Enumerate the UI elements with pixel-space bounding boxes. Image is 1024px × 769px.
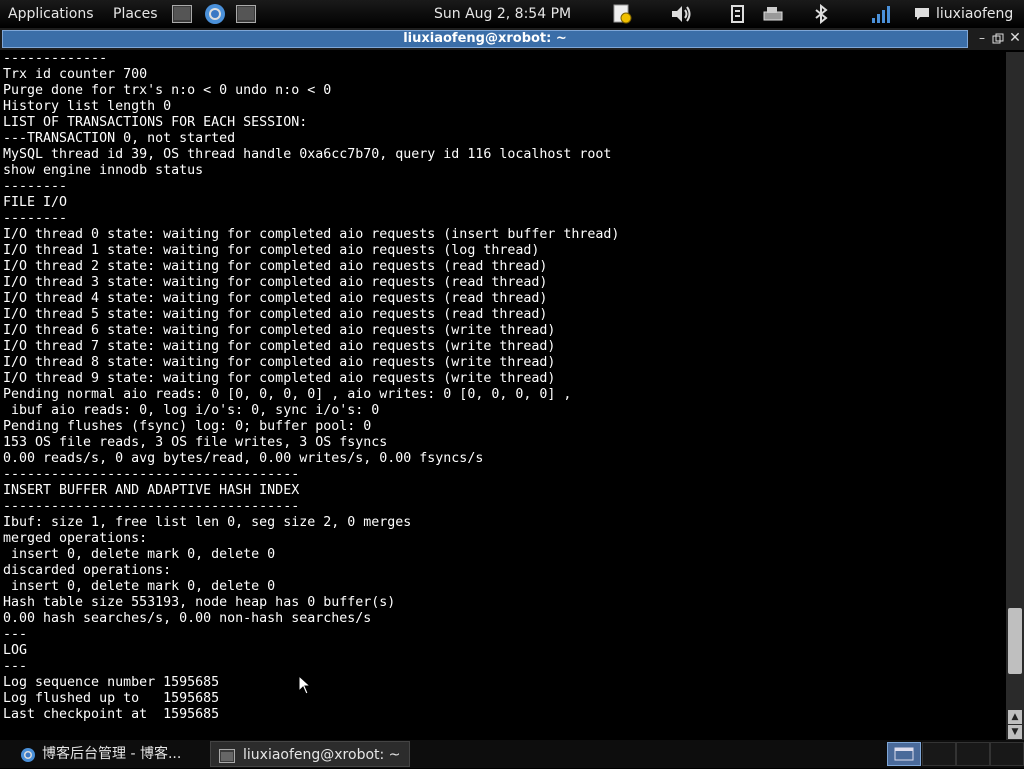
terminal-line: Ibuf: size 1, free list len 0, seg size …	[3, 515, 412, 530]
close-button[interactable]: ✕	[1008, 31, 1022, 46]
taskbar-item-label: liuxiaofeng@xrobot: ~	[243, 747, 401, 763]
terminal-line: ibuf aio reads: 0, log i/o's: 0, sync i/…	[3, 403, 380, 418]
taskbar-item-label: 博客后台管理 - 博客...	[42, 746, 182, 762]
terminal-line: I/O thread 8 state: waiting for complete…	[3, 355, 556, 370]
terminal-line: LIST OF TRANSACTIONS FOR EACH SESSION:	[3, 115, 308, 130]
terminal-line: Pending flushes (fsync) log: 0; buffer p…	[3, 419, 372, 434]
terminal-line: --------	[3, 179, 68, 194]
terminal-line: I/O thread 1 state: waiting for complete…	[3, 243, 540, 258]
terminal-line: I/O thread 2 state: waiting for complete…	[3, 259, 548, 274]
window-titlebar[interactable]: liuxiaofeng@xrobot: ~ – ✕	[0, 28, 1024, 50]
window-title: liuxiaofeng@xrobot: ~	[2, 30, 968, 48]
user-menu[interactable]: liuxiaofeng	[936, 0, 1013, 28]
scroll-down-button[interactable]: ▼	[1008, 725, 1022, 739]
applications-menu[interactable]: Applications	[8, 0, 94, 28]
chrome-launcher-icon[interactable]	[204, 3, 226, 25]
workspace-4[interactable]	[990, 742, 1024, 766]
terminal-line: FILE I/O	[3, 195, 68, 210]
workspace-1[interactable]	[887, 742, 921, 766]
mouse-cursor-icon	[298, 674, 312, 695]
terminal-line: I/O thread 6 state: waiting for complete…	[3, 323, 556, 338]
workspace-3[interactable]	[956, 742, 990, 766]
update-icon[interactable]	[611, 3, 633, 25]
bottom-taskbar: 博客后台管理 - 博客... liuxiaofeng@xrobot: ~	[0, 740, 1024, 768]
terminal-line: LOG	[3, 643, 28, 658]
top-panel: Applications Places Sun Aug 2, 8:54 PM l…	[0, 0, 1024, 28]
places-menu[interactable]: Places	[113, 0, 158, 28]
terminal-line: I/O thread 4 state: waiting for complete…	[3, 291, 548, 306]
keyboard-icon[interactable]	[728, 3, 750, 25]
terminal-line: Trx id counter 700	[3, 67, 148, 82]
terminal-line: I/O thread 5 state: waiting for complete…	[3, 307, 548, 322]
terminal-icon	[219, 747, 235, 763]
chrome-icon	[20, 746, 36, 762]
terminal-line: discarded operations:	[3, 563, 172, 578]
terminal-line: show engine innodb status	[3, 163, 204, 178]
terminal-line: I/O thread 3 state: waiting for complete…	[3, 275, 548, 290]
terminal-line: I/O thread 0 state: waiting for complete…	[3, 227, 620, 242]
terminal-line: 0.00 reads/s, 0 avg bytes/read, 0.00 wri…	[3, 451, 484, 466]
terminal-line: Last checkpoint at 1595685	[3, 707, 220, 722]
scroll-up-button[interactable]: ▲	[1008, 710, 1022, 724]
terminal-line: I/O thread 7 state: waiting for complete…	[3, 339, 556, 354]
terminal-line: insert 0, delete mark 0, delete 0	[3, 547, 276, 562]
taskbar-item-browser[interactable]: 博客后台管理 - 博客...	[6, 741, 204, 767]
terminal-line: 0.00 hash searches/s, 0.00 non-hash sear…	[3, 611, 372, 626]
chat-icon[interactable]	[914, 6, 930, 22]
terminal-line: --------	[3, 211, 68, 226]
terminal-line: Purge done for trx's n:o < 0 undo n:o < …	[3, 83, 332, 98]
terminal-line: Hash table size 553193, node heap has 0 …	[3, 595, 396, 610]
terminal-window: liuxiaofeng@xrobot: ~ – ✕ ------------- T…	[0, 28, 1024, 740]
maximize-icon[interactable]	[991, 31, 1005, 46]
terminal-launcher-icon[interactable]	[172, 5, 192, 23]
terminal-line: 153 OS file reads, 3 OS file writes, 3 O…	[3, 435, 388, 450]
signal-icon[interactable]	[870, 3, 892, 25]
terminal-line: Pending normal aio reads: 0 [0, 0, 0, 0]…	[3, 387, 572, 402]
terminal-line: -------------	[3, 52, 108, 66]
terminal-line: MySQL thread id 39, OS thread handle 0xa…	[3, 147, 612, 162]
terminal-line: -------------------------------------	[3, 499, 300, 514]
terminal-line: ---TRANSACTION 0, not started	[3, 131, 236, 146]
workspace-2[interactable]	[922, 742, 956, 766]
scroll-thumb[interactable]	[1008, 608, 1022, 674]
terminal-launcher-icon[interactable]	[236, 5, 256, 23]
network-icon[interactable]	[762, 3, 784, 25]
minimize-button[interactable]: –	[975, 31, 989, 46]
terminal-line: ---	[3, 627, 28, 642]
terminal-content[interactable]: ------------- Trx id counter 700 Purge don…	[0, 52, 1006, 740]
terminal-line: I/O thread 9 state: waiting for complete…	[3, 371, 556, 386]
bluetooth-icon[interactable]	[811, 3, 833, 25]
taskbar-item-terminal[interactable]: liuxiaofeng@xrobot: ~	[210, 741, 410, 767]
terminal-line: History list length 0	[3, 99, 172, 114]
terminal-line: INSERT BUFFER AND ADAPTIVE HASH INDEX	[3, 483, 300, 498]
volume-icon[interactable]	[670, 3, 692, 25]
terminal-line: -------------------------------------	[3, 467, 300, 482]
clock[interactable]: Sun Aug 2, 8:54 PM	[434, 0, 571, 28]
terminal-line: merged operations:	[3, 531, 148, 546]
scrollbar[interactable]: ▲ ▼	[1006, 52, 1024, 740]
terminal-line: insert 0, delete mark 0, delete 0	[3, 579, 276, 594]
terminal-output: ------------- Trx id counter 700 Purge don…	[3, 52, 619, 723]
terminal-line: ---	[3, 659, 28, 674]
